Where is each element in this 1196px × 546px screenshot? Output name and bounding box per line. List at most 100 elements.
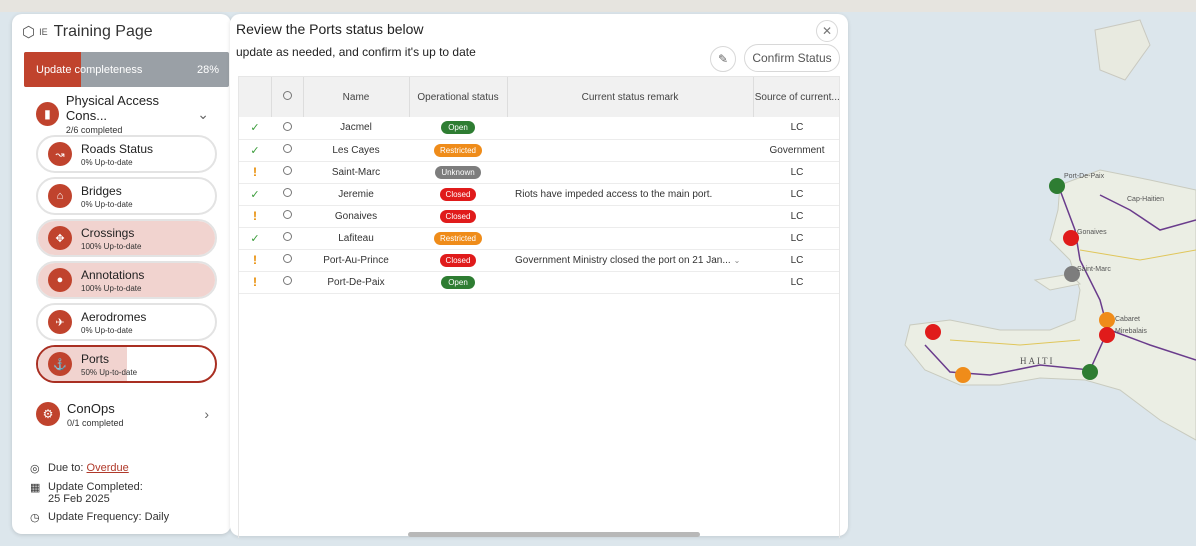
cell-status[interactable]: Closed	[409, 249, 507, 271]
row-select[interactable]	[271, 271, 303, 293]
cell-status[interactable]: Closed	[409, 205, 507, 227]
row-radio[interactable]	[282, 232, 292, 241]
cell-remark[interactable]	[507, 161, 753, 183]
table-row[interactable]: ! Port-De-Paix Open LC	[239, 271, 839, 293]
cell-name: Jacmel	[340, 122, 372, 134]
header-status-remark[interactable]: Current status remark	[507, 77, 754, 117]
cell-status[interactable]: Restricted	[409, 139, 507, 161]
row-select[interactable]	[271, 161, 303, 183]
app-header: ⬡ IE Training Page	[12, 14, 231, 50]
section-conops[interactable]: ⚙ ConOps 0/1 completed ›	[36, 397, 231, 431]
layer-subtitle: 0% Up-to-date	[81, 325, 133, 335]
map-port-marker[interactable]	[1082, 364, 1098, 380]
status-badge[interactable]: Closed	[439, 209, 477, 223]
layer-item-anchor[interactable]: ⚓ Ports 50% Up-to-date	[36, 345, 217, 383]
layer-title: Bridges	[81, 183, 122, 198]
status-badge[interactable]: Open	[441, 275, 475, 289]
road-icon: ↝	[48, 142, 72, 166]
row-radio[interactable]	[282, 210, 292, 219]
header-select-all[interactable]	[271, 77, 304, 117]
cell-remark[interactable]	[507, 271, 753, 293]
cell-status[interactable]: Unknown	[409, 161, 507, 183]
cell-name: Les Cayes	[332, 144, 380, 156]
ports-table: Name Operational status Current status r…	[238, 76, 840, 538]
completeness-progress-bar: Update completeness 28%	[24, 52, 229, 87]
cell-remark[interactable]: Riots have impeded access to the main po…	[507, 183, 753, 205]
layer-subtitle: 50% Up-to-date	[81, 367, 138, 377]
layer-item-pin[interactable]: ● Annotations 100% Up-to-date	[36, 261, 217, 299]
table-row[interactable]: ✓ Les Cayes Restricted Government	[239, 139, 839, 161]
due-overdue-link[interactable]: Overdue	[87, 462, 129, 474]
chevron-right-icon[interactable]: ›	[204, 406, 209, 422]
close-icon[interactable]: ✕	[816, 20, 838, 42]
row-select[interactable]	[271, 249, 303, 271]
table-row[interactable]: ✓ Jeremie Closed Riots have impeded access …	[239, 183, 839, 205]
chevron-down-icon[interactable]: ⌄	[197, 106, 209, 123]
map-port-marker[interactable]	[1099, 312, 1115, 328]
cell-status[interactable]: Closed	[409, 183, 507, 205]
map-port-marker[interactable]	[955, 367, 971, 383]
map-port-marker[interactable]	[1099, 327, 1115, 343]
table-row[interactable]: ! Saint-Marc Unknown LC	[239, 161, 839, 183]
row-flag: ✓	[239, 139, 271, 161]
cell-status[interactable]: Open	[409, 117, 507, 139]
status-badge[interactable]: Unknown	[435, 165, 481, 179]
layer-title: Roads Status	[81, 141, 154, 156]
cell-remark[interactable]	[507, 227, 753, 249]
status-badge[interactable]: Closed	[439, 253, 477, 267]
table-row[interactable]: ✓ Jacmel Open LC	[239, 117, 839, 139]
table-row[interactable]: ✓ Lafiteau Restricted LC	[239, 227, 839, 249]
layer-subtitle: 100% Up-to-date	[81, 241, 142, 251]
row-select[interactable]	[271, 139, 303, 161]
warning-icon: !	[253, 275, 257, 289]
header-operational-status[interactable]: Operational status	[409, 77, 508, 117]
cell-remark[interactable]	[507, 117, 753, 139]
row-radio[interactable]	[282, 276, 292, 285]
table-row[interactable]: ! Port-Au-Prince Closed Government Ministry…	[239, 249, 839, 271]
status-badge[interactable]: Open	[441, 121, 475, 135]
row-select[interactable]	[271, 183, 303, 205]
horizontal-scrollbar[interactable]	[408, 532, 700, 537]
row-radio[interactable]	[282, 188, 292, 197]
map-port-marker[interactable]	[925, 324, 941, 340]
table-row[interactable]: ! Gonaives Closed LC	[239, 205, 839, 227]
confirm-status-button[interactable]: Confirm Status	[744, 44, 840, 72]
calendar-icon: ▦	[30, 482, 41, 494]
cell-status[interactable]: Restricted	[409, 227, 507, 249]
row-select[interactable]	[271, 205, 303, 227]
select-all-radio[interactable]	[282, 91, 292, 100]
row-select[interactable]	[271, 227, 303, 249]
map-label-gonaives: Gonaives	[1077, 229, 1107, 236]
row-flag: !	[239, 271, 271, 293]
layer-item-road[interactable]: ↝ Roads Status 0% Up-to-date	[36, 135, 217, 173]
header-flag	[239, 77, 272, 117]
row-select[interactable]	[271, 117, 303, 139]
status-badge[interactable]: Restricted	[433, 143, 482, 157]
status-badge[interactable]: Closed	[439, 187, 477, 201]
row-radio[interactable]	[282, 121, 292, 131]
row-radio[interactable]	[282, 254, 292, 263]
expand-chevron-icon[interactable]: ⌄	[734, 256, 741, 265]
header-source[interactable]: Source of current...	[753, 77, 839, 117]
edit-pencil-icon[interactable]: ✎	[710, 46, 736, 72]
section-physical-access[interactable]: ▮ Physical Access Cons... 2/6 completed …	[36, 93, 231, 135]
cell-remark[interactable]	[507, 205, 753, 227]
gear-icon: ⚙	[36, 402, 60, 426]
map-country-label: HAITI	[1020, 356, 1055, 366]
layer-item-bridge[interactable]: ⌂ Bridges 0% Up-to-date	[36, 177, 217, 215]
status-badge[interactable]: Restricted	[433, 231, 482, 245]
cell-remark[interactable]: Government Ministry closed the port on 2…	[507, 249, 753, 271]
layer-item-crossing[interactable]: ✥ Crossings 100% Up-to-date	[36, 219, 217, 257]
row-radio[interactable]	[282, 144, 292, 153]
section-title: Physical Access Cons...	[65, 93, 160, 123]
cell-source: LC	[790, 232, 804, 244]
cell-remark[interactable]	[507, 139, 753, 161]
map-port-marker[interactable]	[1049, 178, 1065, 194]
header-name[interactable]: Name	[303, 77, 410, 117]
conops-subtitle: 0/1 completed	[67, 417, 124, 428]
plane-icon: ✈	[48, 310, 72, 334]
table-body: ✓ Jacmel Open LC ✓ Les Cayes Restricted Governm…	[239, 117, 839, 293]
layer-item-plane[interactable]: ✈ Aerodromes 0% Up-to-date	[36, 303, 217, 341]
cell-status[interactable]: Open	[409, 271, 507, 293]
row-radio[interactable]	[282, 166, 292, 175]
